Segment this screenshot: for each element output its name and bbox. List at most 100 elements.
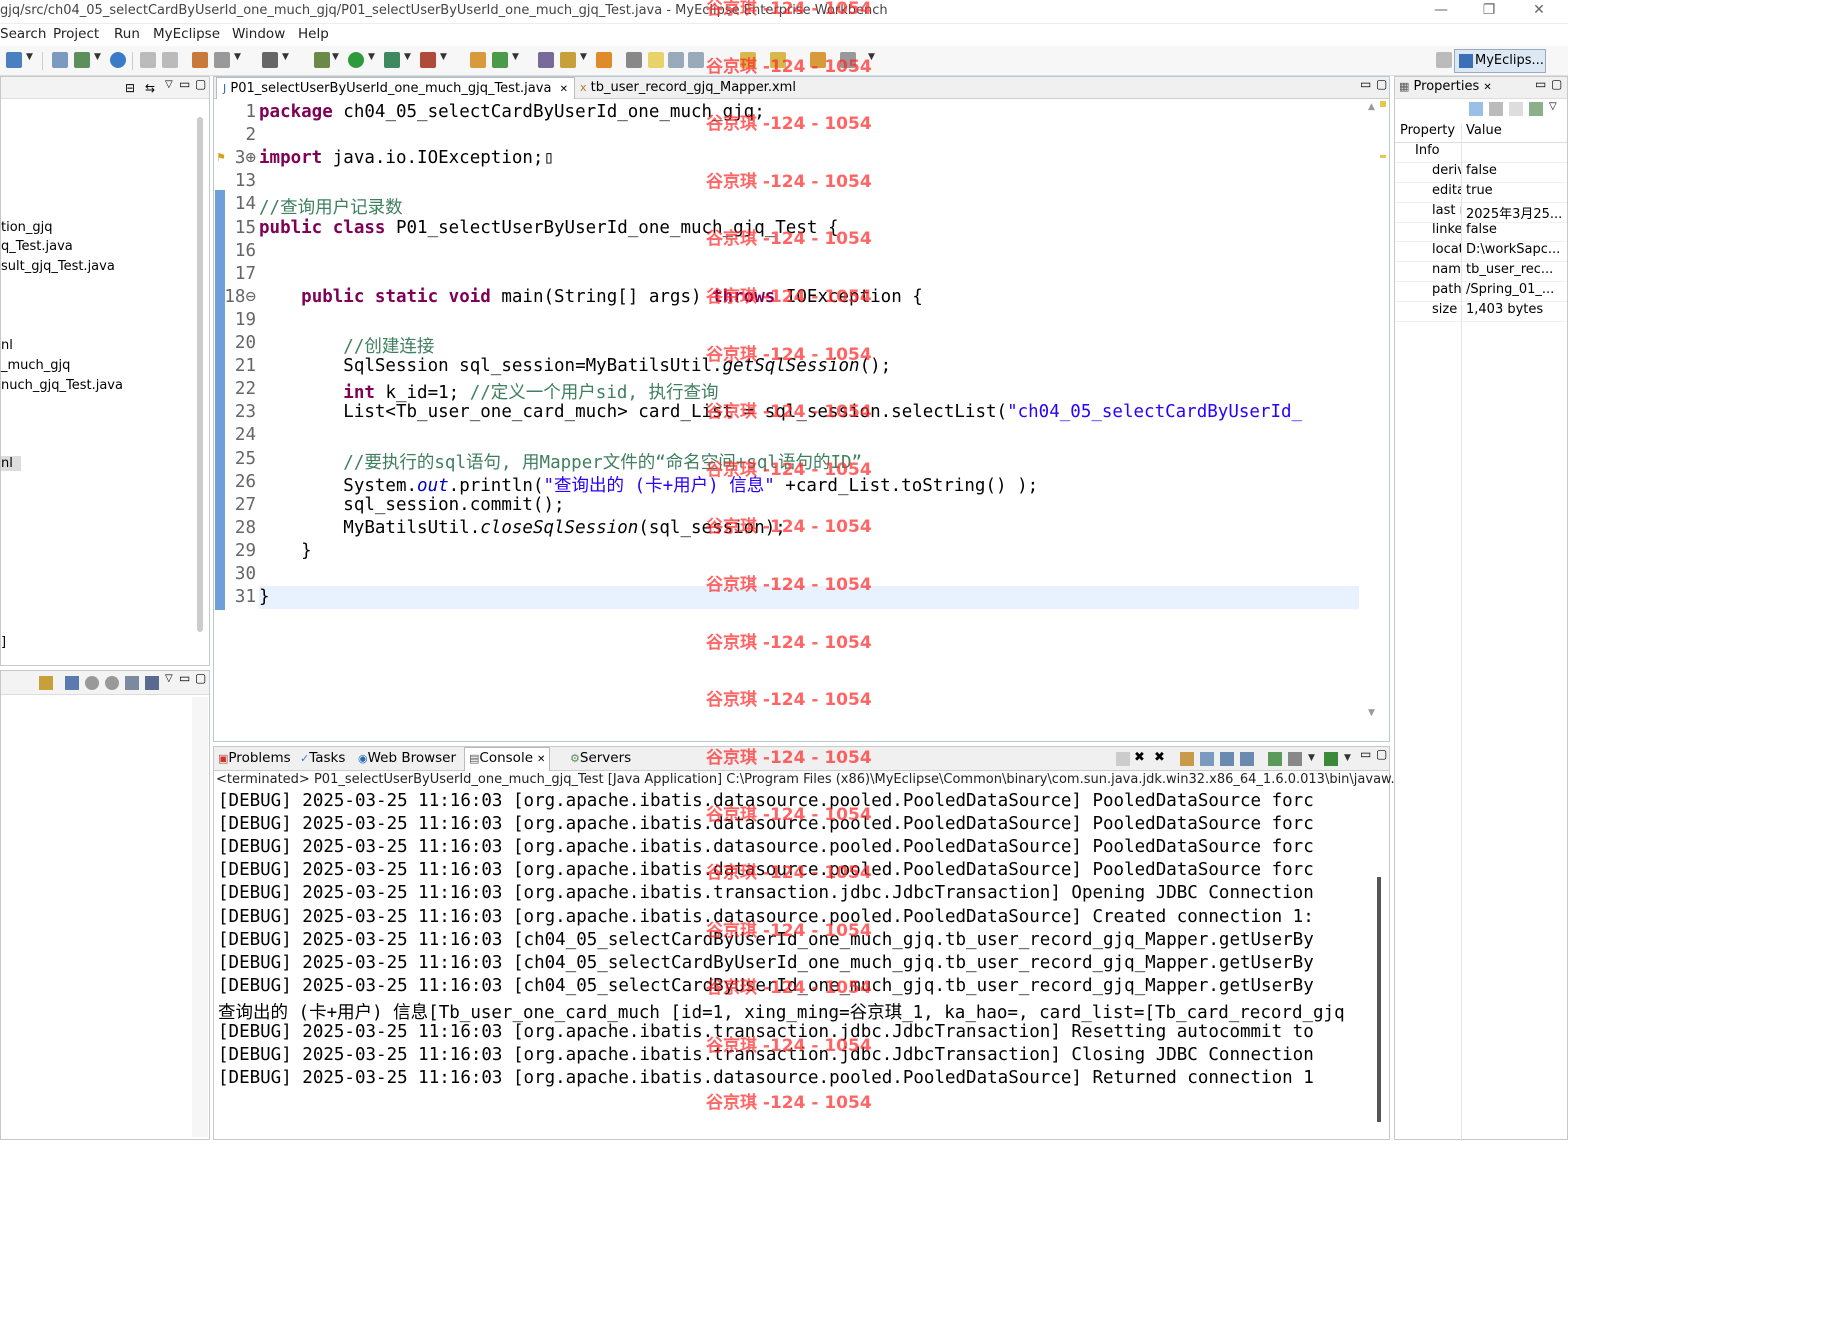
chevron-down-icon[interactable]: ▼ [512,52,519,62]
build-icon[interactable] [214,52,230,68]
properties-tab[interactable]: ▦ Properties ✕ [1399,79,1492,94]
show-whitespace-icon[interactable] [668,52,684,68]
property-row[interactable]: size 1,403 bytes [1395,302,1567,322]
scrollbar[interactable] [192,697,208,1137]
open-perspective-icon[interactable] [1436,52,1452,68]
property-row[interactable]: last r 2025年3月25... [1395,203,1567,223]
minimize-view-icon[interactable]: ▭ [1360,747,1371,761]
property-row[interactable]: linke false [1395,222,1567,243]
remove-launch-icon[interactable]: ✖ [1134,750,1145,765]
maximize-view-icon[interactable]: ▢ [195,77,206,91]
maximize-view-icon[interactable]: ▢ [1551,77,1562,91]
next-annotation-icon[interactable] [740,52,756,68]
chevron-down-icon[interactable]: ▼ [1308,753,1315,763]
minimize-button[interactable]: — [1426,2,1456,22]
property-row[interactable]: name tb_user_rec... [1395,262,1567,282]
tab-web-browser[interactable]: ◉Web Browser [358,750,456,766]
task-icon[interactable] [596,52,612,68]
minimize-view-icon[interactable]: ▭ [179,671,190,685]
tree-item[interactable]: ] [1,635,6,650]
chevron-down-icon[interactable]: ▼ [1344,753,1351,763]
chevron-down-icon[interactable]: ▼ [440,52,447,62]
collapse-all-icon[interactable]: ⊟ [125,81,135,95]
menu-search[interactable]: Search [0,26,46,42]
tree-item[interactable]: q_Test.java [1,239,73,254]
forward-icon[interactable] [162,52,178,68]
debug-icon[interactable] [314,52,330,68]
grid-icon[interactable] [145,676,159,690]
menu-myeclipse[interactable]: MyEclipse [153,26,220,42]
chevron-down-icon[interactable]: ▼ [404,52,411,62]
view-menu-icon[interactable]: ▽ [165,79,173,90]
perspective-button[interactable]: MyEclips... [1454,49,1546,73]
menu-project[interactable]: Project [53,26,99,42]
open-console-icon[interactable] [1324,752,1338,766]
zoom-in-icon[interactable] [105,676,119,690]
filter-icon[interactable] [1489,102,1503,116]
quickfix-icon[interactable]: ⚑ [216,151,226,164]
maximize-button[interactable]: ❐ [1474,2,1504,22]
tree-item[interactable]: nuch_gjq_Test.java [1,378,123,393]
warning-marker[interactable] [1380,101,1386,107]
property-row[interactable]: path/Spring_01_... [1395,282,1567,302]
close-icon[interactable]: ✕ [537,754,545,765]
globe-icon[interactable] [110,52,126,68]
tab-tasks[interactable]: ✓Tasks [300,750,345,766]
chevron-down-icon[interactable]: ▼ [868,52,875,62]
tree-item[interactable]: tion_gjq [1,220,53,235]
sync-icon[interactable] [39,676,53,690]
scroll-down-icon[interactable]: ▼ [1368,708,1375,718]
terminate-icon[interactable] [1116,752,1130,766]
chevron-down-icon[interactable]: ▼ [282,52,289,62]
new-wizard-icon[interactable] [6,52,22,68]
fit-icon[interactable] [125,676,139,690]
search-icon[interactable] [560,52,576,68]
chevron-down-icon[interactable]: ▼ [580,52,587,62]
property-group[interactable]: Info [1395,143,1567,163]
chevron-down-icon[interactable]: ▼ [234,52,241,62]
tree-item-selected[interactable]: nl [1,456,21,471]
clear-console-icon[interactable] [1180,752,1194,766]
tab-xml-file[interactable]: x tb_user_record_gjq_Mapper.xml [574,77,802,99]
advanced-icon[interactable] [1509,102,1523,116]
run-icon[interactable] [348,52,364,68]
layout-icon[interactable] [65,676,79,690]
tab-console[interactable]: ▤Console ✕ [464,747,551,771]
block-selection-icon[interactable] [688,52,704,68]
forward-history-icon[interactable] [840,52,856,68]
deploy-icon[interactable] [52,52,68,68]
console-scrollbar[interactable] [1377,877,1381,1122]
warning-marker[interactable] [1380,155,1386,158]
prev-annotation-icon[interactable] [770,52,786,68]
console-output[interactable]: [DEBUG] 2025-03-25 11:16:03 [org.apache.… [218,791,1370,1131]
chevron-down-icon[interactable]: ▼ [94,52,101,62]
property-row[interactable]: deriv false [1395,163,1567,183]
open-type-icon[interactable] [538,52,554,68]
menu-run[interactable]: Run [114,26,140,42]
chevron-down-icon[interactable]: ▼ [332,52,339,62]
maximize-view-icon[interactable]: ▢ [1376,747,1387,761]
tree-item[interactable]: nl [1,338,13,353]
minimize-view-icon[interactable]: ▭ [1535,77,1546,91]
menu-window[interactable]: Window [232,26,285,42]
close-window-button[interactable]: ✕ [1524,2,1554,22]
coverage-icon[interactable] [420,52,436,68]
close-icon[interactable]: ✕ [560,84,568,95]
scroll-up-icon[interactable]: ▲ [1368,102,1375,112]
categories-icon[interactable] [1469,102,1483,116]
zoom-out-icon[interactable] [85,676,99,690]
tab-java-file[interactable]: J P01_selectUserByUserId_one_much_gjq_Te… [216,77,575,99]
display-console-icon[interactable] [1288,752,1302,766]
tab-problems[interactable]: ▣Problems [218,750,291,766]
chevron-down-icon[interactable]: ▼ [26,52,33,62]
scrollbar[interactable] [197,117,203,632]
terminal-icon[interactable] [262,52,278,68]
view-menu-icon[interactable]: ▽ [165,673,173,684]
minimize-view-icon[interactable]: ▭ [1360,77,1371,91]
restore-default-icon[interactable] [1529,102,1543,116]
new-package-icon[interactable] [492,52,508,68]
close-icon[interactable]: ✕ [1483,82,1491,93]
run-external-icon[interactable] [384,52,400,68]
tree-item[interactable]: _much_gjq [1,358,70,373]
remove-all-icon[interactable]: ✖ [1154,750,1165,765]
